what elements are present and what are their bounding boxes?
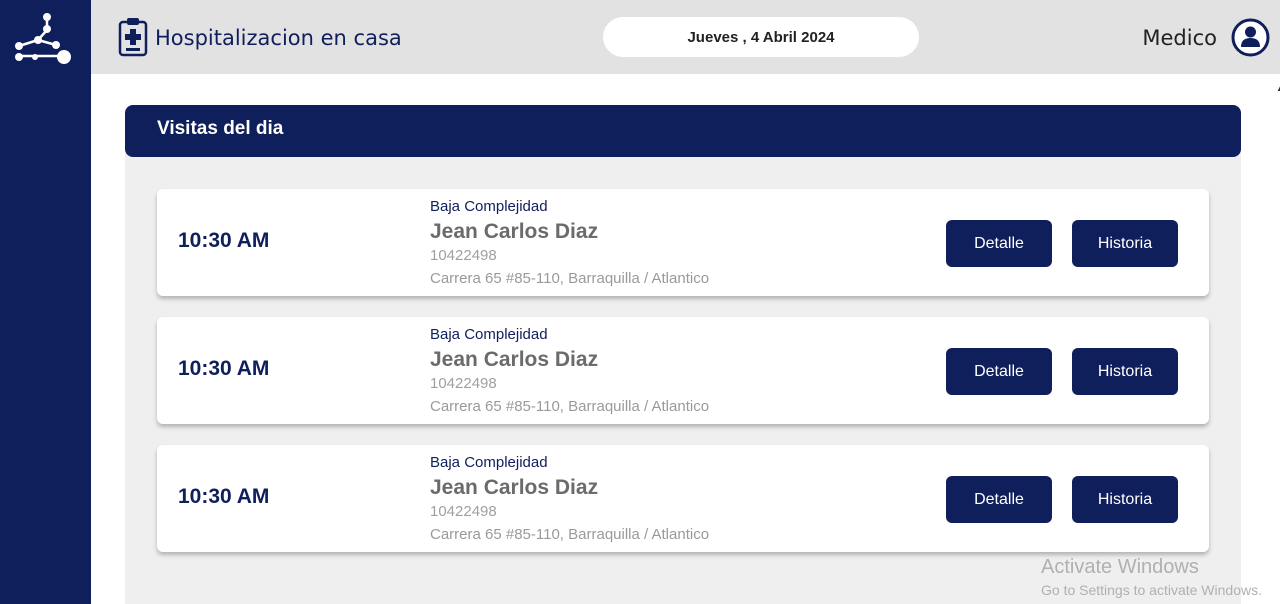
visit-complexity: Baja Complejidad [430, 198, 548, 215]
visit-card: 10:30 AM Baja Complejidad Jean Carlos Di… [157, 317, 1209, 424]
current-date: Jueves , 4 Abril 2024 [603, 17, 919, 57]
watermark-title: Activate Windows [1041, 556, 1199, 578]
panel-title: Visitas del dia [125, 105, 1241, 157]
clipboard-medical-icon [118, 18, 148, 57]
detail-button[interactable]: Detalle [946, 220, 1052, 267]
history-button[interactable]: Historia [1072, 348, 1178, 395]
network-logo-icon[interactable] [10, 8, 72, 68]
patient-address: Carrera 65 #85-110, Barraquilla / Atlant… [430, 526, 710, 543]
patient-id: 10422498 [430, 247, 497, 264]
visit-complexity: Baja Complejidad [430, 326, 548, 343]
top-bar: Hospitalizacion en casa Jueves , 4 Abril… [91, 0, 1280, 74]
detail-button[interactable]: Detalle [946, 476, 1052, 523]
user-circle-icon[interactable] [1231, 18, 1270, 57]
scrollbar-up-arrow[interactable]: ▲ [1276, 84, 1280, 93]
activate-windows-watermark: Activate Windows Go to Settings to activ… [1041, 556, 1262, 598]
patient-name: Jean Carlos Diaz [430, 220, 599, 243]
detail-button[interactable]: Detalle [946, 348, 1052, 395]
patient-id: 10422498 [430, 503, 497, 520]
app-title: Hospitalizacion en casa [155, 26, 402, 50]
patient-name: Jean Carlos Diaz [430, 348, 599, 371]
visit-card: 10:30 AM Baja Complejidad Jean Carlos Di… [157, 189, 1209, 296]
patient-address: Carrera 65 #85-110, Barraquilla / Atlant… [430, 270, 710, 287]
patient-id: 10422498 [430, 375, 497, 392]
visits-panel: Visitas del dia 10:30 AM Baja Complejida… [125, 105, 1241, 604]
visit-time: 10:30 AM [178, 357, 270, 380]
history-button[interactable]: Historia [1072, 220, 1178, 267]
history-button[interactable]: Historia [1072, 476, 1178, 523]
watermark-subtitle: Go to Settings to activate Windows. [1041, 582, 1262, 598]
visit-time: 10:30 AM [178, 229, 270, 252]
user-role-label: Medico [1142, 26, 1217, 50]
visit-complexity: Baja Complejidad [430, 454, 548, 471]
visit-card: 10:30 AM Baja Complejidad Jean Carlos Di… [157, 445, 1209, 552]
patient-address: Carrera 65 #85-110, Barraquilla / Atlant… [430, 398, 710, 415]
sidebar [0, 0, 91, 604]
visit-time: 10:30 AM [178, 485, 270, 508]
patient-name: Jean Carlos Diaz [430, 476, 599, 499]
